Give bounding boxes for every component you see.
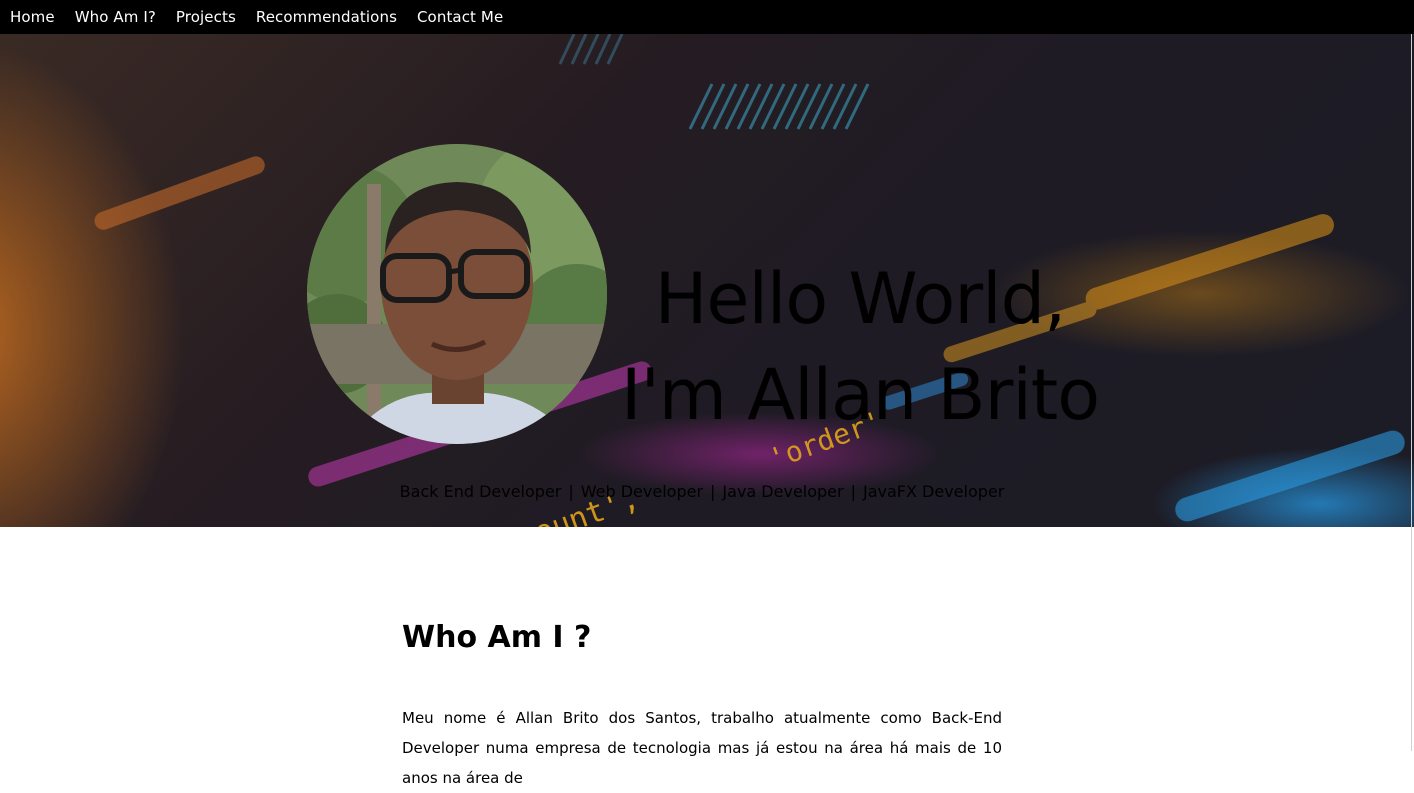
page-edge-divider [1411, 34, 1412, 751]
role-separator: | [850, 482, 856, 501]
top-navigation: Home Who Am I? Projects Recommendations … [0, 0, 1414, 34]
nav-item-projects[interactable]: Projects [176, 8, 236, 26]
section-title: Who Am I ? [402, 620, 592, 655]
nav-item-who-am-i[interactable]: Who Am I? [75, 8, 156, 26]
who-am-i-section: Who Am I ? Meu nome é Allan Brito dos Sa… [402, 620, 1002, 793]
role-web: Web Developer [580, 482, 704, 501]
about-paragraph: Meu nome é Allan Brito dos Santos, traba… [402, 709, 1002, 787]
role-back-end: Back End Developer [399, 482, 562, 501]
nav-item-contact-me[interactable]: Contact Me [417, 8, 503, 26]
role-javafx: JavaFX Developer [862, 482, 1005, 501]
role-list: Back End Developer | Web Developer | Java De… [0, 482, 1404, 501]
hero-banner: count', 'order' Hello World, I'm Allan B… [0, 34, 1414, 527]
hero-greeting-line-1: Hello World, [654, 257, 1067, 340]
profile-photo [307, 144, 607, 444]
hero-greeting: Hello World, I'm Allan Brito [600, 251, 1120, 443]
nav-item-recommendations[interactable]: Recommendations [256, 8, 397, 26]
role-separator: | [568, 482, 574, 501]
nav-item-home[interactable]: Home [10, 8, 55, 26]
role-separator: | [710, 482, 716, 501]
hero-greeting-line-2: I'm Allan Brito [620, 353, 1100, 436]
role-java: Java Developer [722, 482, 844, 501]
